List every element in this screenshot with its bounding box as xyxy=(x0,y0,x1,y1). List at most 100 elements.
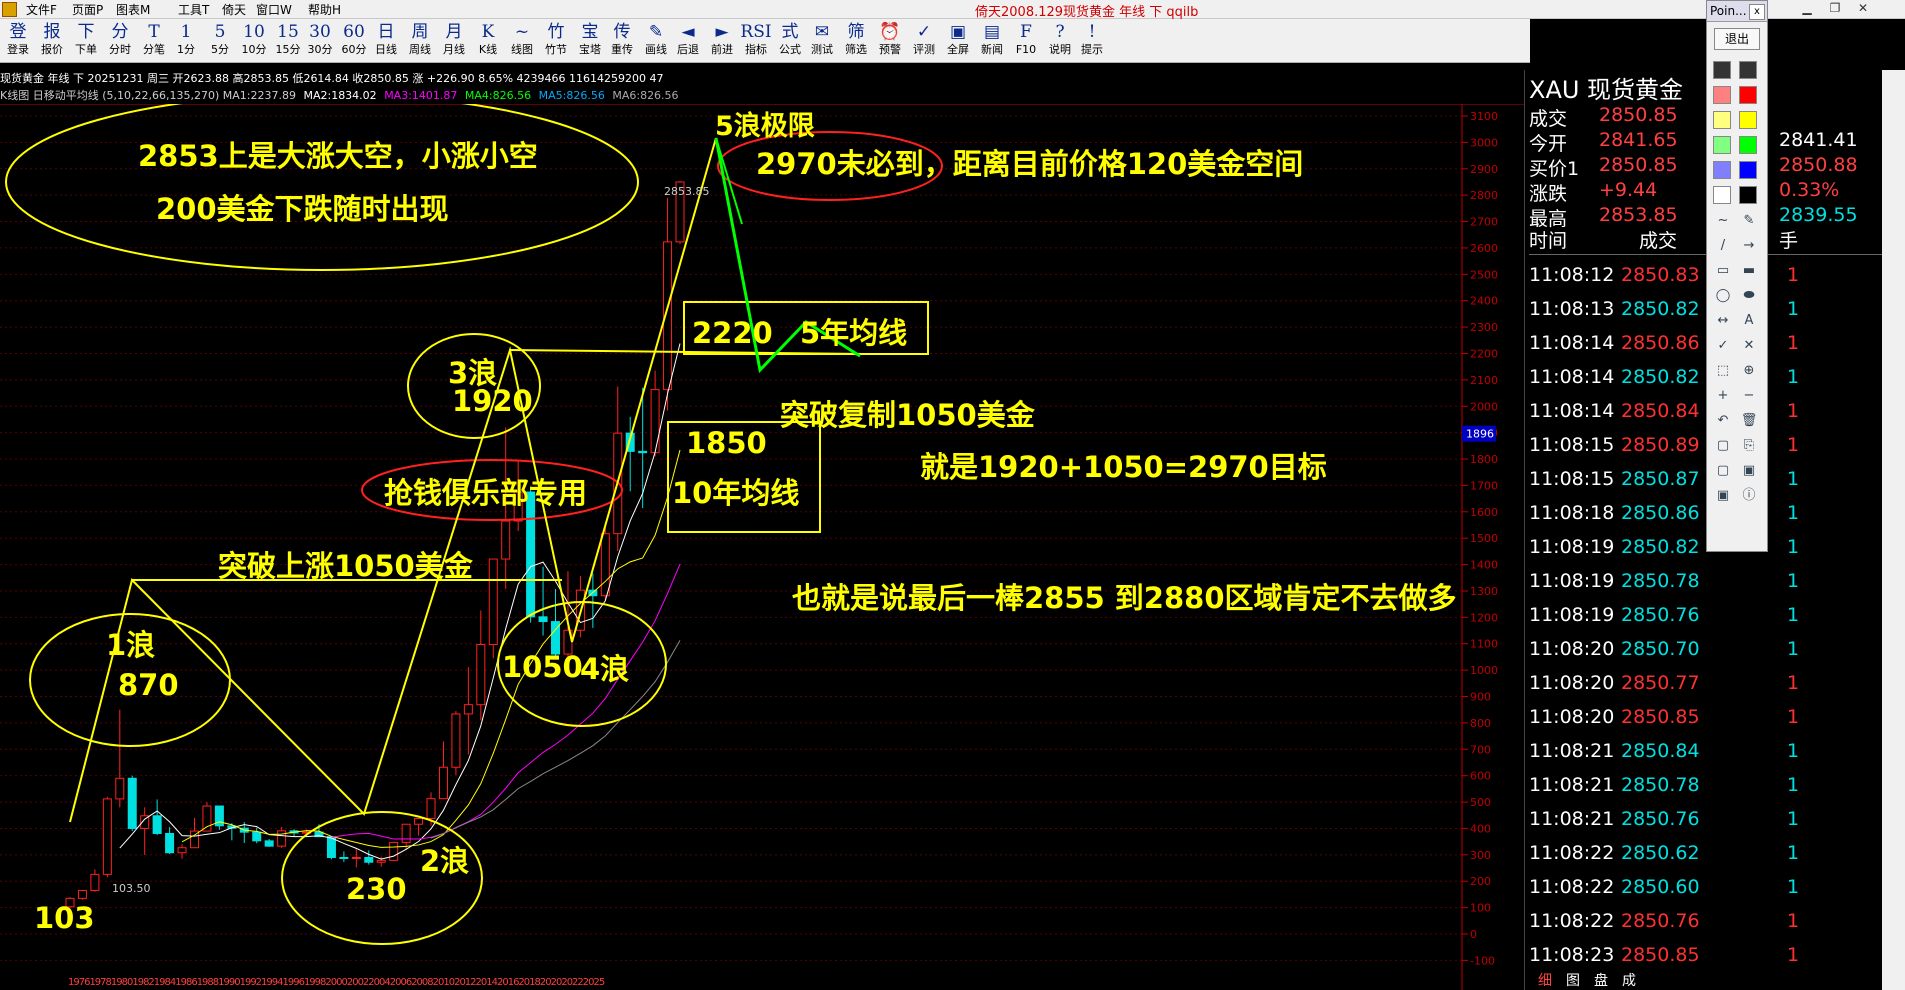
toolbox-tool-30[interactable]: ▢ xyxy=(1713,436,1733,456)
toolbar-button-12[interactable]: 周周线 xyxy=(404,21,436,61)
toolbar-button-15[interactable]: ~ 线图 xyxy=(506,21,538,61)
menu-yitian[interactable]: 倚天 xyxy=(222,1,246,18)
toolbox-tool-13[interactable]: ✎ xyxy=(1739,211,1759,231)
toolbar-icon-0: 登 xyxy=(9,22,27,42)
menu-help[interactable]: 帮助H xyxy=(308,1,341,18)
toolbox-tool-26[interactable]: + xyxy=(1713,386,1733,406)
toolbox-tool-4[interactable] xyxy=(1713,111,1731,129)
toolbox-tool-11[interactable] xyxy=(1739,186,1757,204)
toolbar-button-10[interactable]: 60 60分 xyxy=(338,21,370,61)
minimize-icon[interactable]: ▁ xyxy=(1796,1,1818,16)
toolbar-button-29[interactable]: ▤ 新闻 xyxy=(976,21,1008,61)
toolbox-tool-34[interactable]: ▣ xyxy=(1713,486,1733,506)
toolbox-tool-20[interactable]: ↔ xyxy=(1713,311,1733,331)
toolbox-tool-5[interactable] xyxy=(1739,111,1757,129)
toolbar-button-14[interactable]: K K线 xyxy=(472,21,504,61)
candle-body xyxy=(650,389,660,454)
tab-chart[interactable]: 图 xyxy=(1566,970,1580,990)
toolbar-button-21[interactable]: ► 前进 xyxy=(706,21,738,61)
bottom-tabs: 细 图 盘 成 xyxy=(1516,970,1716,990)
menu-window[interactable]: 窗口W xyxy=(256,1,292,18)
toolbar-button-17[interactable]: 宝宝塔 xyxy=(574,21,606,61)
toolbox-tool-28[interactable]: ↶ xyxy=(1713,411,1733,431)
label-870: 870 xyxy=(118,668,179,702)
menu-file[interactable]: 文件F xyxy=(26,1,57,18)
toolbox-exit-button[interactable]: 退出 xyxy=(1714,28,1760,50)
toolbar-button-22[interactable]: RSI 指标 xyxy=(740,21,772,61)
candle-body xyxy=(165,832,175,854)
toolbox-tool-33[interactable]: ▣ xyxy=(1739,461,1759,481)
restore-icon[interactable]: ❐ xyxy=(1824,1,1846,16)
toolbox-tool-10[interactable] xyxy=(1713,186,1731,204)
toolbar-button-16[interactable]: 竹竹节 xyxy=(540,21,572,61)
toolbar-button-27[interactable]: ✓ 评测 xyxy=(908,21,940,61)
toolbox-close-icon[interactable]: x xyxy=(1749,4,1765,20)
tab-trades[interactable]: 成 xyxy=(1622,970,1636,990)
toolbox-tool-29[interactable]: 🗑 xyxy=(1739,411,1759,431)
toolbar-button-31[interactable]: ? 说明 xyxy=(1044,21,1076,61)
toolbox-tool-35[interactable]: ⓘ xyxy=(1739,486,1759,506)
toolbox-tool-31[interactable]: ⎘ xyxy=(1739,436,1759,456)
toolbar-button-6[interactable]: 5 5分 xyxy=(204,21,236,61)
toolbar-button-9[interactable]: 30 30分 xyxy=(304,21,336,61)
toolbar-button-2[interactable]: 下下单 xyxy=(70,21,102,61)
toolbox-tool-23[interactable]: ✕ xyxy=(1739,336,1759,356)
candle-body xyxy=(115,777,125,800)
toolbar-button-8[interactable]: 15 15分 xyxy=(272,21,304,61)
toolbar-button-3[interactable]: 分分时 xyxy=(104,21,136,61)
toolbar-icon-2: 下 xyxy=(77,22,95,42)
toolbar-button-19[interactable]: ✎ 画线 xyxy=(640,21,672,61)
toolbar-button-28[interactable]: ▣ 全屏 xyxy=(942,21,974,61)
price-tick-label: 1100 xyxy=(1470,638,1498,651)
toolbox-tool-9[interactable] xyxy=(1739,161,1757,179)
toolbar-button-13[interactable]: 月月线 xyxy=(438,21,470,61)
toolbox-tool-7[interactable] xyxy=(1739,136,1757,154)
toolbar-button-30[interactable]: F F10 xyxy=(1010,21,1042,61)
toolbar-button-4[interactable]: T 分笔 xyxy=(138,21,170,61)
toolbox-tool-16[interactable]: ▭ xyxy=(1713,261,1733,281)
close-icon[interactable]: ✕ xyxy=(1852,1,1874,16)
toolbar-button-5[interactable]: 1 1分 xyxy=(170,21,202,61)
menu-chart[interactable]: 图表M xyxy=(116,1,150,18)
toolbox-tool-2[interactable] xyxy=(1713,86,1731,104)
toolbox-tool-0[interactable] xyxy=(1713,61,1731,79)
toolbar-button-1[interactable]: 报报价 xyxy=(36,21,68,61)
toolbox-tool-17[interactable]: ▬ xyxy=(1739,261,1759,281)
tab-book[interactable]: 盘 xyxy=(1594,970,1608,990)
toolbox-tool-1[interactable] xyxy=(1739,61,1757,79)
toolbox-tool-12[interactable]: ~ xyxy=(1713,211,1733,231)
tick-row: 11:08:20 2850.70 1 xyxy=(1529,638,1899,672)
toolbox-tool-14[interactable]: / xyxy=(1713,236,1733,256)
toolbox-tool-27[interactable]: − xyxy=(1739,386,1759,406)
toolbox-tool-32[interactable]: ▢ xyxy=(1713,461,1733,481)
menu-tools[interactable]: 工具T xyxy=(178,1,209,18)
toolbox-tool-3[interactable] xyxy=(1739,86,1757,104)
price-tick-label: 2100 xyxy=(1470,374,1498,387)
toolbar-button-11[interactable]: 日日线 xyxy=(370,21,402,61)
tick-time: 11:08:21 xyxy=(1529,808,1615,830)
toolbox-tool-15[interactable]: → xyxy=(1739,236,1759,256)
toolbox-tool-25[interactable]: ⊕ xyxy=(1739,361,1759,381)
toolbox-tool-6[interactable] xyxy=(1713,136,1731,154)
toolbar-button-25[interactable]: 筛筛选 xyxy=(840,21,872,61)
side-tool-strip[interactable] xyxy=(1882,70,1905,990)
toolbar-button-20[interactable]: ◄ 后退 xyxy=(672,21,704,61)
toolbar-button-24[interactable]: ✉ 测试 xyxy=(806,21,838,61)
toolbox-tool-19[interactable]: ⬬ xyxy=(1739,286,1759,306)
menu-page[interactable]: 页面P xyxy=(72,1,103,18)
toolbox-title: Poin... xyxy=(1710,4,1747,18)
toolbar-button-26[interactable]: ⏰ 预警 xyxy=(874,21,906,61)
toolbar-button-18[interactable]: 传重传 xyxy=(606,21,638,61)
toolbox-tool-22[interactable]: ✓ xyxy=(1713,336,1733,356)
tab-detail[interactable]: 细 xyxy=(1538,970,1552,990)
toolbar-icon-17: 宝 xyxy=(581,22,599,42)
toolbox-tool-24[interactable]: ⬚ xyxy=(1713,361,1733,381)
toolbox-tool-21[interactable]: A xyxy=(1739,311,1759,331)
toolbox-tool-18[interactable]: ◯ xyxy=(1713,286,1733,306)
toolbox-tool-8[interactable] xyxy=(1713,161,1731,179)
toolbar-button-7[interactable]: 10 10分 xyxy=(238,21,270,61)
toolbar-button-0[interactable]: 登登录 xyxy=(2,21,34,61)
tick-price: 2850.84 xyxy=(1621,740,1700,762)
toolbar-button-32[interactable]: ! 提示 xyxy=(1076,21,1108,61)
toolbar-button-23[interactable]: 式公式 xyxy=(774,21,806,61)
